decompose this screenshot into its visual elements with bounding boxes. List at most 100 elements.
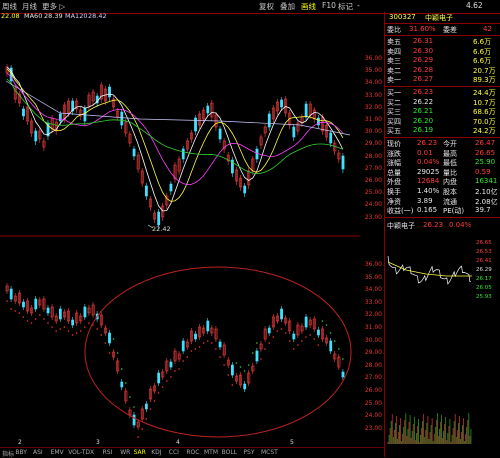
sar-dot <box>329 332 332 334</box>
upper-candle <box>194 117 197 132</box>
sar-dot <box>165 380 168 382</box>
lower-candle <box>231 364 234 376</box>
x-tick-label: 4 <box>176 439 180 446</box>
y-tick-label: 23.00 <box>364 213 382 221</box>
stat-row-cell: 2.08亿 <box>475 197 498 206</box>
minimize-button[interactable]: - <box>357 1 360 10</box>
sar-dot <box>38 314 41 316</box>
indicator-tab[interactable]: MCST <box>261 449 278 456</box>
lower-candle <box>218 341 222 348</box>
indicator-tab[interactable]: SAR <box>134 449 146 456</box>
lower-candle <box>255 350 259 362</box>
upper-candle <box>181 148 185 160</box>
sar-dot <box>71 334 74 336</box>
stat-row: 现价 26.23 今开 26.47 <box>387 139 499 149</box>
x-tick-label: 2 <box>18 439 22 446</box>
lower-candle <box>280 308 283 320</box>
mark-button[interactable]: 标记 <box>338 1 353 12</box>
stat-row-cell: 最低 <box>443 159 457 168</box>
buy-row: 买一 26.23 24.4万 <box>387 88 499 98</box>
sar-dot <box>292 348 295 350</box>
stat-row: 换手 1.40% 股本 2.10亿 <box>387 187 499 197</box>
f10-button[interactable]: F10 <box>322 1 336 10</box>
sar-dot <box>264 348 266 350</box>
indicator-tab[interactable]: BOLL <box>222 449 237 456</box>
indicator-tab[interactable]: BBY <box>15 449 27 456</box>
sell-row-cell: 卖一 <box>387 76 401 85</box>
lower-tick-label: 26.00 <box>364 387 382 394</box>
weibi-row-cell: 42 <box>483 25 492 33</box>
sar-dot <box>260 358 262 360</box>
upper-candle <box>255 148 259 160</box>
upper-candle <box>58 113 62 122</box>
stat-row-cell: 26.65 <box>475 148 496 157</box>
sell-row-cell: 卖四 <box>387 47 401 56</box>
stat-row-cell: 3.89 <box>417 196 433 205</box>
mini-chart: 26.65 26.53 26.41 26.29 26.17 26.05 25.93 <box>386 232 500 447</box>
weekly-tab[interactable]: 周线 <box>2 1 17 12</box>
stat-row-cell: 16341 <box>475 177 498 186</box>
sar-dot <box>59 328 62 330</box>
lower-tick-label: 36.00 <box>364 261 382 268</box>
sar-dot <box>75 332 78 334</box>
indicator-tab[interactable]: RSI <box>103 449 113 456</box>
sar-dot <box>116 352 119 354</box>
sar-dot <box>243 370 246 372</box>
stat-row: 涨跌 0.01 最高 26.65 <box>387 149 499 159</box>
sar-dot <box>338 348 340 350</box>
buy-row: 买五 26.19 24.2万 <box>387 126 499 136</box>
sar-dot <box>325 324 328 326</box>
buy-row-cell: 26.20 <box>413 116 434 125</box>
weibi-row-cell: 委比 <box>387 26 401 34</box>
indicator-tab[interactable]: ASI <box>33 449 43 456</box>
indicator-tab[interactable]: VOL-TDX <box>68 449 94 456</box>
candlestick-chart[interactable]: 22.42 2 3 4 5 <box>0 21 360 447</box>
mini-price-chart <box>387 255 472 444</box>
sell-row-cell: 卖二 <box>387 66 401 75</box>
indicator-tab[interactable]: WR <box>120 449 130 456</box>
stat-row: 净资 3.89 流通 2.08亿 <box>387 197 499 207</box>
lower-tick-label: 31.00 <box>364 324 382 331</box>
stat-row: 外盘 12684 内盘 16341 <box>387 177 499 187</box>
indicator-tab[interactable]: PSY <box>243 449 254 456</box>
indicator-tab[interactable]: MTM <box>204 449 218 456</box>
ma-indicator-line: 22.08 MA60 28.39 MA120 28.42 <box>0 12 360 21</box>
sell-row-cell: 6.6万 <box>473 57 492 66</box>
sar-dot <box>67 330 70 332</box>
sell-row-cell: 26.30 <box>413 46 434 55</box>
buy-row-cell: 26.19 <box>413 126 434 135</box>
indicator-tab[interactable]: EMV <box>51 449 64 456</box>
overlay-button[interactable]: 叠加 <box>280 1 295 12</box>
sar-dot <box>178 368 180 370</box>
divider <box>385 137 500 138</box>
sar-dot <box>161 386 164 388</box>
lower-tick-label: 35.00 <box>364 273 382 281</box>
lower-candle <box>120 381 124 388</box>
sar-dot <box>301 340 303 342</box>
upper-candle <box>206 105 210 114</box>
more-menu[interactable]: 更多 ▷ <box>42 1 65 12</box>
sell-row-cell: 26.27 <box>413 75 434 84</box>
lower-candle <box>108 332 111 344</box>
stat-row-cell: 25.90 <box>475 158 496 167</box>
buy-row-cell: 买三 <box>387 108 401 117</box>
stat-row-cell: 0.59 <box>475 167 491 176</box>
draw-line-button[interactable]: 画线 <box>301 1 316 12</box>
stat-row-cell: PE(动) <box>443 207 465 216</box>
sar-dot <box>133 406 135 408</box>
buy-row: 买三 26.21 68.6万 <box>387 107 499 117</box>
fuquan-button[interactable]: 复权 <box>259 1 274 12</box>
stock-title: 300327 中颖电子 <box>387 13 499 23</box>
sar-dot <box>280 328 283 330</box>
indicator-tab[interactable]: ROC <box>186 449 199 456</box>
sar-dot <box>284 332 287 334</box>
indicator-tab[interactable]: CCI <box>169 449 179 456</box>
upper-candle <box>304 103 308 118</box>
monthly-tab[interactable]: 月线 <box>22 1 37 12</box>
divider <box>385 23 500 24</box>
buy-row-cell: 26.23 <box>413 88 434 96</box>
ma120-value: 28.42 <box>88 12 107 20</box>
indicator-tab[interactable]: KDJ <box>151 449 161 456</box>
lower-candle <box>317 329 320 336</box>
lower-tick-label: 28.00 <box>364 361 382 369</box>
